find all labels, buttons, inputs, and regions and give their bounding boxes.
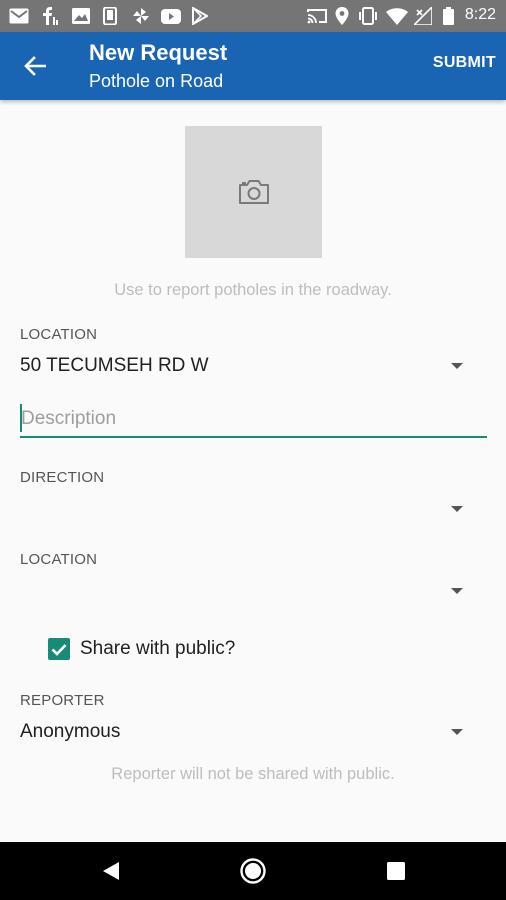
- status-bar: 8:22: [0, 0, 506, 32]
- vibrate-icon: [357, 7, 379, 25]
- arrow-left-icon: [24, 56, 46, 76]
- reporter-label: REPORTER: [20, 692, 105, 709]
- reporter-dropdown-arrow-icon[interactable]: [451, 729, 463, 735]
- reporter-helper-text: Reporter will not be shared with public.: [111, 765, 395, 783]
- play-store-icon: [192, 7, 208, 25]
- location-dropdown-2[interactable]: [14, 572, 492, 608]
- recents-nav-icon[interactable]: [380, 855, 412, 887]
- battery-icon: [443, 7, 454, 25]
- app-bar: New Request Pothole on Road SUBMIT: [0, 32, 506, 100]
- photo-helper-text: Use to report potholes in the roadway.: [114, 281, 392, 299]
- navigation-bar: [0, 842, 506, 900]
- location-value: 50 TECUMSEH RD W: [20, 355, 209, 376]
- text-cursor: [20, 404, 22, 432]
- location-label-2: LOCATION: [20, 551, 98, 568]
- direction-dropdown-arrow-icon[interactable]: [451, 506, 463, 512]
- description-input[interactable]: [20, 402, 487, 436]
- status-time: 8:22: [464, 6, 496, 23]
- page-title: New Request: [89, 40, 228, 65]
- direction-dropdown[interactable]: [14, 490, 492, 526]
- phone-icon: [103, 7, 117, 25]
- location-icon: [335, 7, 349, 25]
- submit-button[interactable]: SUBMIT: [433, 54, 496, 72]
- description-field: [20, 400, 487, 438]
- share-checkbox-label[interactable]: Share with public?: [80, 638, 235, 660]
- location-label: LOCATION: [20, 326, 98, 343]
- location-dropdown-arrow-icon[interactable]: [451, 363, 463, 369]
- page-subtitle: Pothole on Road: [89, 71, 224, 91]
- location-dropdown-2-arrow-icon[interactable]: [451, 588, 463, 594]
- youtube-icon: [161, 7, 181, 25]
- wifi-icon: [386, 7, 408, 25]
- back-button[interactable]: [16, 48, 54, 84]
- camera-icon: [238, 180, 269, 204]
- cast-icon: [307, 7, 327, 25]
- no-signal-icon: [414, 7, 432, 25]
- direction-label: DIRECTION: [20, 469, 105, 486]
- reporter-value: Anonymous: [20, 721, 121, 742]
- home-nav-icon[interactable]: [237, 855, 269, 887]
- back-nav-icon[interactable]: [95, 855, 127, 887]
- check-icon: [51, 643, 67, 656]
- image-icon: [72, 7, 90, 25]
- pinwheel-icon: [132, 7, 150, 25]
- mail-icon: [9, 7, 29, 25]
- share-checkbox[interactable]: [48, 638, 70, 660]
- photo-picker[interactable]: [185, 126, 322, 258]
- facebook-icon: [40, 7, 58, 25]
- description-underline: [20, 436, 487, 438]
- screen: 8:22 New Request Pothole on Road SUBMIT …: [0, 0, 506, 900]
